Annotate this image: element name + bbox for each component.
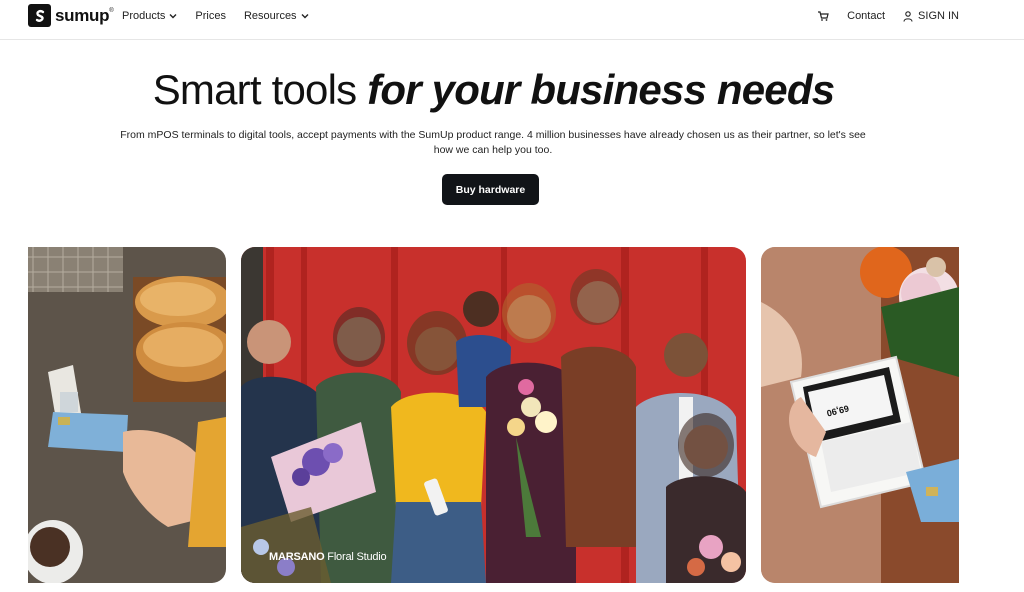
caption-rest: Floral Studio <box>327 551 387 563</box>
hero-title-bold: for your business needs <box>367 66 835 113</box>
user-icon <box>903 10 913 22</box>
center-card-caption: MARSANO Floral Studio <box>269 551 387 563</box>
main-nav: Products Prices Resources <box>122 10 309 22</box>
team-photo-image <box>241 247 746 583</box>
utility-nav: Contact SIGN IN <box>817 10 959 22</box>
nav-products[interactable]: Products <box>122 10 177 22</box>
caption-brand: MARSANO <box>269 551 325 563</box>
nav-resources[interactable]: Resources <box>244 10 309 22</box>
signin-label: SIGN IN <box>918 10 959 22</box>
hero-subtitle: From mPOS terminals to digital tools, ac… <box>120 129 866 156</box>
nav-prices-label: Prices <box>195 10 226 22</box>
sumup-logo[interactable]: sumup® <box>28 4 114 27</box>
signin-link[interactable]: SIGN IN <box>903 10 959 22</box>
contact-link[interactable]: Contact <box>847 10 885 22</box>
nav-resources-label: Resources <box>243 10 297 22</box>
contact-label: Contact <box>847 10 886 22</box>
chevron-down-icon <box>169 14 177 19</box>
cart-icon <box>818 11 829 21</box>
chevron-down-icon <box>301 14 309 19</box>
pastry-payment-image <box>28 247 226 583</box>
carousel-card-center[interactable]: MARSANO Floral Studio <box>241 247 746 583</box>
nav-products-label: Products <box>122 10 166 22</box>
sumup-logo-mark-icon <box>28 4 51 27</box>
logo-text: sumup® <box>55 5 114 25</box>
hero-title: Smart tools for your business needs <box>0 66 987 114</box>
nav-prices[interactable]: Prices <box>195 10 226 22</box>
carousel-card-right[interactable]: 69,90 <box>761 247 959 583</box>
terminal-payment-image: 69,90 <box>761 247 959 583</box>
site-header: sumup® Products Prices Resources Contact <box>0 0 1024 40</box>
cart-button[interactable] <box>817 10 829 22</box>
hero-title-light: Smart tools <box>152 66 357 113</box>
carousel-card-left[interactable] <box>28 247 226 583</box>
buy-hardware-button[interactable]: Buy hardware <box>442 174 539 205</box>
